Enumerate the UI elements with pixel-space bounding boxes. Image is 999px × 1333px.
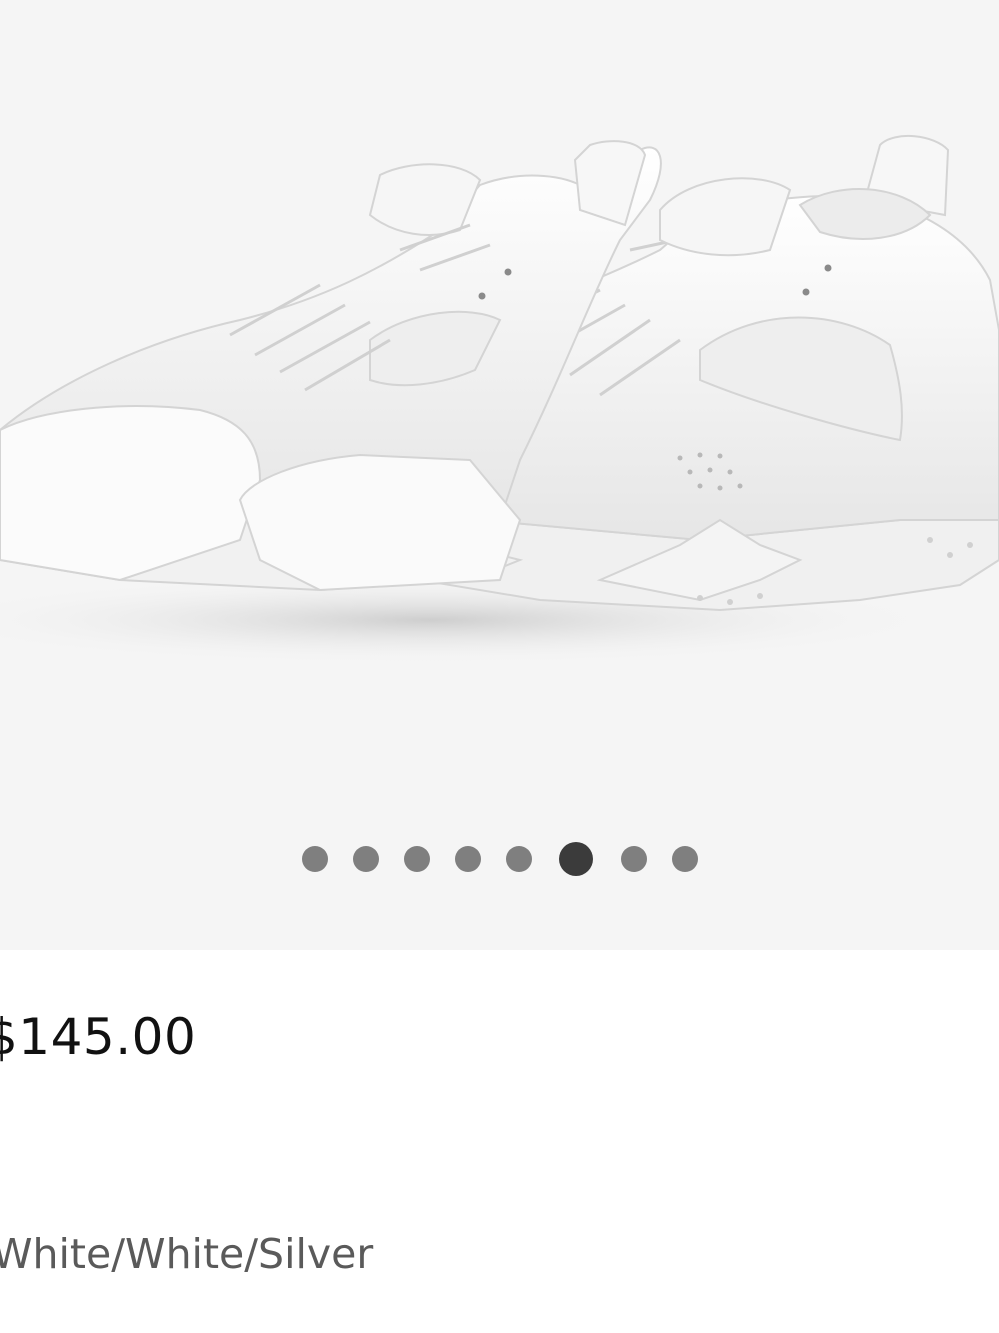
gallery-dot-7[interactable] [620,846,647,872]
product-price: $145.00 [0,1008,197,1066]
gallery-dot-8[interactable] [671,846,698,872]
gallery-dot-2[interactable] [352,846,379,872]
gallery-dot-4[interactable] [454,846,481,872]
gallery-pagination [0,842,999,876]
gallery-dot-1[interactable] [301,846,328,872]
product-colorway: White/White/Silver [0,1230,374,1278]
sneaker-product-image[interactable] [0,0,999,950]
gallery-dot-5[interactable] [505,846,532,872]
product-image-gallery[interactable] [0,0,999,950]
gallery-dot-6-active[interactable] [559,842,593,876]
product-page: $145.00 White/White/Silver [0,0,999,1333]
gallery-dot-3[interactable] [403,846,430,872]
